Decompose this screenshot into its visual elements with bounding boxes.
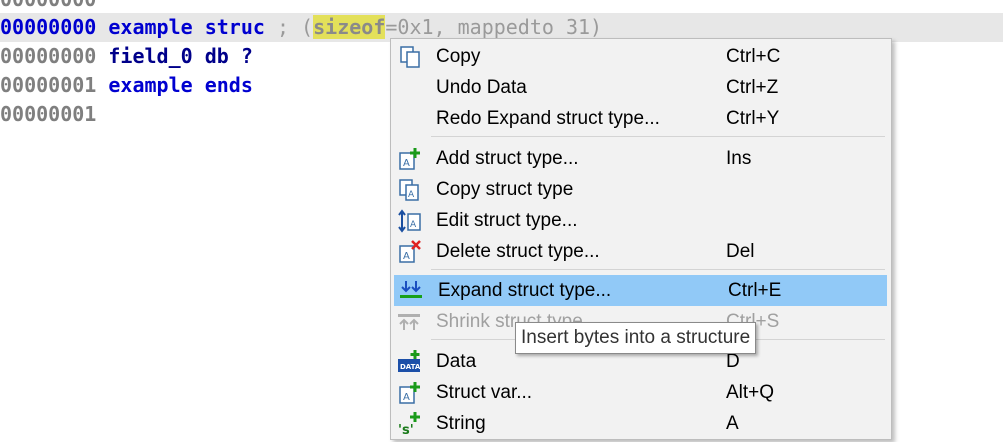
svg-text:A: A: [408, 190, 415, 200]
menu-item-copy[interactable]: Copy Ctrl+C: [392, 41, 888, 72]
shrink-icon: [397, 310, 423, 334]
field-name[interactable]: field_0: [108, 44, 192, 68]
menu-item-undo-data[interactable]: Undo Data Ctrl+Z: [392, 72, 888, 103]
menu-item-label: Copy: [436, 46, 481, 67]
menu-item-copy-struct-type[interactable]: A Copy struct type: [392, 174, 888, 205]
edit-struct-icon: A: [397, 209, 423, 233]
line-address: 00000001: [0, 102, 97, 126]
comment-rest: =0x1, mappedto_31): [385, 15, 603, 39]
menu-item-shortcut: Ctrl+C: [726, 46, 781, 67]
tooltip: Insert bytes into a structure: [515, 322, 757, 354]
menu-item-shortcut: A: [726, 413, 739, 434]
menu-item-label: Delete struct type...: [436, 241, 600, 262]
svg-text:'s': 's': [398, 423, 414, 436]
menu-item-string[interactable]: 's' String A: [392, 408, 888, 439]
menu-item-shortcut: Ctrl+Z: [726, 77, 779, 98]
line-address: 00000000: [0, 44, 97, 68]
menu-item-shortcut: Ins: [726, 148, 752, 169]
menu-item-delete-struct-type[interactable]: A Delete struct type... Del: [392, 236, 888, 267]
ends-keyword: ends: [204, 73, 253, 97]
field-value: ?: [240, 44, 253, 68]
struct-name[interactable]: example: [108, 73, 192, 97]
string-icon: 's': [397, 412, 423, 438]
menu-item-label: Redo Expand struct type...: [436, 108, 660, 129]
menu-item-add-struct-type[interactable]: A Add struct type... Ins: [392, 143, 888, 174]
add-struct-icon: A: [397, 147, 423, 171]
menu-item-shortcut: Ctrl+E: [728, 280, 782, 301]
menu-item-redo-expand[interactable]: Redo Expand struct type... Ctrl+Y: [392, 103, 888, 134]
struct-name[interactable]: example: [108, 15, 192, 39]
comment-prefix: ; (: [264, 15, 314, 39]
copy-struct-icon: A: [397, 178, 423, 202]
svg-text:A: A: [403, 392, 410, 403]
data-icon: DATA: [397, 350, 423, 374]
line-address: 00000000: [0, 0, 96, 11]
menu-item-label: Copy struct type: [436, 179, 574, 200]
menu-item-shortcut: Del: [726, 241, 755, 262]
code-line-top[interactable]: 00000000: [0, 0, 1003, 14]
expand-icon: [399, 279, 425, 303]
menu-item-struct-var[interactable]: A Struct var... Alt+Q: [392, 377, 888, 408]
context-menu: Copy Ctrl+C Undo Data Ctrl+Z Redo Expand…: [390, 38, 892, 440]
svg-text:A: A: [403, 158, 410, 169]
delete-struct-icon: A: [397, 240, 423, 264]
menu-item-label: Expand struct type...: [438, 280, 612, 301]
menu-separator: [431, 136, 885, 137]
menu-item-label: Edit struct type...: [436, 210, 578, 231]
line-address: 00000001: [0, 73, 97, 97]
menu-item-edit-struct-type[interactable]: A Edit struct type...: [392, 205, 888, 236]
menu-item-label: Add struct type...: [436, 148, 579, 169]
svg-text:A: A: [403, 251, 410, 262]
menu-item-label: String: [436, 413, 486, 434]
highlighted-word[interactable]: sizeof: [313, 15, 386, 39]
line-address: 00000000: [0, 15, 97, 39]
menu-item-label: Struct var...: [436, 382, 533, 403]
menu-item-label: Undo Data: [436, 77, 527, 98]
svg-text:DATA: DATA: [400, 363, 421, 371]
struct-var-icon: A: [397, 381, 423, 405]
menu-item-label: Data: [436, 351, 477, 372]
menu-item-shortcut: Ctrl+Y: [726, 108, 780, 129]
struc-keyword: struc: [204, 15, 265, 39]
svg-text:A: A: [410, 220, 417, 230]
menu-item-expand-struct-type[interactable]: Expand struct type... Ctrl+E: [394, 275, 887, 306]
menu-item-shortcut: Alt+Q: [726, 382, 775, 403]
menu-separator: [431, 269, 885, 270]
copy-icon: [397, 45, 423, 69]
field-type: db: [204, 44, 229, 68]
